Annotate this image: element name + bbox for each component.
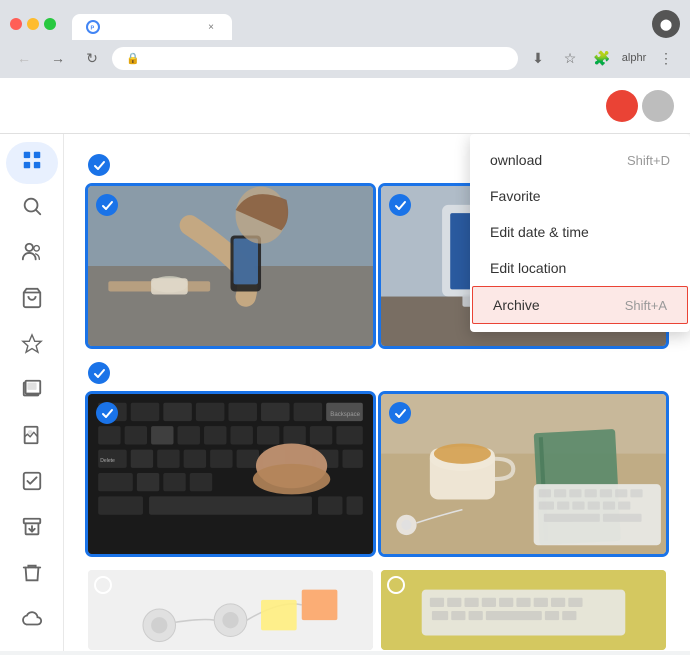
sidebar-item-people[interactable] [6,234,58,276]
alphr-badge: alphr [620,44,648,72]
cloud-icon [21,608,43,636]
albums-icon [21,378,43,406]
forward-button[interactable]: → [44,44,72,72]
search-icon [21,195,43,223]
address-bar: ← → ↻ 🔒 ⬇ ☆ 🧩 alphr ⋮ [0,40,690,78]
sidebar-item-photobook[interactable] [6,417,58,459]
tab-favicon: P [86,20,100,34]
sidebar-item-trash[interactable] [6,555,58,597]
menu-item-favorite[interactable]: Favorite [470,178,690,214]
menu-item-edit-date-label: Edit date & time [490,224,589,240]
photo-check-4[interactable] [389,402,411,424]
svg-text:P: P [91,26,95,32]
sidebar-item-favorites[interactable] [6,326,58,368]
menu-item-download-label: ownload [490,152,542,168]
favorites-icon [21,333,43,361]
menu-item-archive-shortcut: Shift+A [625,298,667,313]
minimize-traffic-light[interactable] [27,18,39,30]
sidebar [0,134,64,651]
menu-item-archive[interactable]: Archive Shift+A [472,286,688,324]
utilities-icon [21,470,43,498]
date-header-2 [88,362,666,384]
menu-item-edit-date[interactable]: Edit date & time [470,214,690,250]
photobook-icon [21,424,43,452]
active-tab[interactable]: P × [72,14,232,40]
menu-item-edit-location[interactable]: Edit location [470,250,690,286]
menu-item-edit-location-label: Edit location [490,260,566,276]
app-body: F12 Backspace [0,134,690,651]
sidebar-item-utilities[interactable] [6,463,58,505]
date-check-1[interactable] [88,154,110,176]
photo-check-5[interactable] [94,576,112,594]
context-menu: ownload Shift+D Favorite Edit date & tim… [470,134,690,332]
archive-download-icon [21,516,43,544]
title-bar: P × ⬤ [0,0,690,40]
photo-check-6[interactable] [387,576,405,594]
sidebar-item-photos[interactable] [6,142,58,184]
extensions-icon[interactable]: 🧩 [588,44,616,72]
photo-item-3[interactable]: F12 Backspace [88,394,373,554]
photo-item-6[interactable] [381,570,666,650]
date-check-2[interactable] [88,362,110,384]
main-content: F12 Backspace [64,134,690,651]
menu-item-archive-label: Archive [493,297,540,313]
menu-item-favorite-label: Favorite [490,188,541,204]
tab-bar: P × [62,8,646,40]
photo-thumb-4 [381,394,666,554]
menu-item-download-shortcut: Shift+D [627,153,670,168]
profile-icon[interactable]: ⬤ [652,10,680,38]
sidebar-item-albums[interactable] [6,372,58,414]
photo-item-4[interactable] [381,394,666,554]
traffic-lights [10,18,56,30]
app-header [0,78,690,134]
menu-icon[interactable]: ⋮ [652,44,680,72]
download-icon[interactable]: ⬇ [524,44,552,72]
sidebar-item-search[interactable] [6,188,58,230]
reload-button[interactable]: ↻ [78,44,106,72]
svg-text:Delete: Delete [100,458,115,464]
photo-item-1[interactable] [88,186,373,346]
photo-check-3[interactable] [96,402,118,424]
photo-grid-2: F12 Backspace [88,394,666,554]
people-icon [21,241,43,269]
menu-item-download[interactable]: ownload Shift+D [470,142,690,178]
sidebar-item-cloud[interactable] [6,601,58,643]
header-actions [606,90,674,122]
bookmark-icon[interactable]: ☆ [556,44,584,72]
sidebar-item-shop[interactable] [6,280,58,322]
browser-chrome: P × ⬤ ← → ↻ 🔒 ⬇ ☆ 🧩 alphr ⋮ [0,0,690,78]
bottom-photo-row [88,570,666,650]
tab-close-btn[interactable]: × [204,20,218,34]
photo-thumb-3: F12 Backspace [88,394,373,554]
trash-icon [21,562,43,590]
close-selection-button[interactable] [16,88,52,124]
maximize-traffic-light[interactable] [44,18,56,30]
sidebar-item-archive[interactable] [6,509,58,551]
browser-actions: ⬇ ☆ 🧩 alphr ⋮ [524,44,680,72]
photo-check-1[interactable] [96,194,118,216]
lock-icon: 🔒 [126,52,140,65]
color-dot-gray[interactable] [642,90,674,122]
close-traffic-light[interactable] [10,18,22,30]
back-button[interactable]: ← [10,44,38,72]
svg-text:Backspace: Backspace [330,411,360,418]
color-dot-red[interactable] [606,90,638,122]
shop-icon [21,287,43,315]
photo-item-5[interactable] [88,570,373,650]
photo-check-2[interactable] [389,194,411,216]
photos-icon [21,149,43,177]
new-tab-button[interactable] [236,14,262,40]
photo-thumb-1 [88,186,373,346]
url-bar[interactable]: 🔒 [112,47,518,70]
